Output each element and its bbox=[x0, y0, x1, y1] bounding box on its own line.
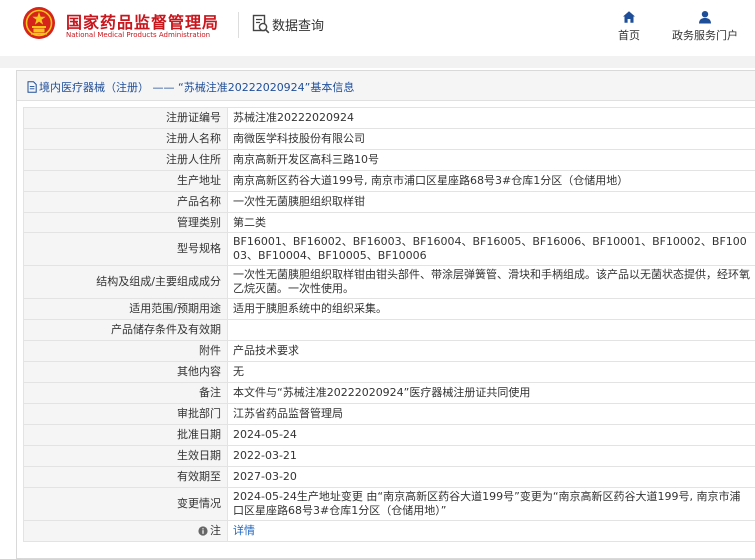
row-label: 注册人住所 bbox=[23, 149, 228, 171]
site-subtitle: National Medical Products Administration bbox=[66, 31, 211, 39]
row-label: 产品储存条件及有效期 bbox=[23, 319, 228, 341]
header-separator bbox=[0, 56, 755, 68]
row-label: 附件 bbox=[23, 340, 228, 362]
row-label: 其他内容 bbox=[23, 361, 228, 383]
row-value: 一次性无菌胰胆组织取样钳由钳头部件、带涂层弹簧管、滑块和手柄组成。该产品以无菌状… bbox=[227, 265, 755, 299]
row-value: 本文件与“苏械注准20222020924”医疗器械注册证共同使用 bbox=[227, 382, 755, 404]
row-label: 结构及组成/主要组成成分 bbox=[23, 265, 228, 299]
row-label: 生产地址 bbox=[23, 170, 228, 192]
breadcrumb-subject: “苏械注准20222020924”基本信息 bbox=[178, 81, 355, 94]
table-row: 生效日期 2022-03-21 bbox=[23, 445, 755, 467]
note-value-cell: 详情 bbox=[227, 520, 755, 542]
breadcrumb-category: 境内医疗器械（注册） bbox=[39, 81, 149, 94]
table-row: 附件 产品技术要求 bbox=[23, 340, 755, 362]
breadcrumb: 境内医疗器械（注册） —— “苏械注准20222020924”基本信息 bbox=[17, 71, 755, 101]
table-row: 注 详情 bbox=[23, 520, 755, 542]
user-icon bbox=[699, 11, 711, 24]
nav-service-portal-label: 政务服务门户 bbox=[672, 29, 738, 42]
row-label: 批准日期 bbox=[23, 424, 228, 446]
row-value: 南京高新区药谷大道199号, 南京市浦口区星座路68号3#仓库1分区（仓储用地） bbox=[227, 170, 755, 192]
row-label: 备注 bbox=[23, 382, 228, 404]
row-label: 管理类别 bbox=[23, 212, 228, 233]
table-row: 产品名称 一次性无菌胰胆组织取样钳 bbox=[23, 191, 755, 213]
row-value: BF16001、BF16002、BF16003、BF16004、BF16005、… bbox=[227, 232, 755, 266]
row-value: 产品技术要求 bbox=[227, 340, 755, 362]
table-row: 管理类别 第二类 bbox=[23, 212, 755, 233]
row-label: 注册证编号 bbox=[23, 107, 228, 129]
table-row: 备注 本文件与“苏械注准20222020924”医疗器械注册证共同使用 bbox=[23, 382, 755, 404]
table-row: 注册人名称 南微医学科技股份有限公司 bbox=[23, 128, 755, 150]
home-icon bbox=[623, 11, 635, 23]
row-value: 2027-03-20 bbox=[227, 466, 755, 488]
row-label: 注册人名称 bbox=[23, 128, 228, 150]
table-row: 产品储存条件及有效期 bbox=[23, 319, 755, 341]
row-value: 适用于胰胆系统中的组织采集。 bbox=[227, 298, 755, 320]
row-label: 有效期至 bbox=[23, 466, 228, 488]
note-label-cell: 注 bbox=[23, 520, 228, 542]
registration-info-table: 注册证编号 苏械注准20222020924 注册人名称 南微医学科技股份有限公司 注… bbox=[23, 107, 755, 542]
nav-home-label: 首页 bbox=[618, 29, 640, 42]
table-row: 其他内容无 bbox=[23, 361, 755, 383]
table-row: 结构及组成/主要组成成分 一次性无菌胰胆组织取样钳由钳头部件、带涂层弹簧管、滑块和… bbox=[23, 265, 755, 299]
breadcrumb-separator: —— bbox=[152, 81, 175, 94]
document-icon bbox=[27, 81, 37, 93]
table-row: 批准日期 2024-05-24 bbox=[23, 424, 755, 446]
table-row: 生产地址 南京高新区药谷大道199号, 南京市浦口区星座路68号3#仓库1分区（仓… bbox=[23, 170, 755, 192]
row-value: 南微医学科技股份有限公司 bbox=[227, 128, 755, 150]
data-query-title: 数据查询 bbox=[272, 19, 325, 34]
row-value: 苏械注准20222020924 bbox=[227, 107, 755, 129]
nav-home-link[interactable]: 首页 bbox=[612, 10, 646, 43]
row-value: 第二类 bbox=[227, 212, 755, 233]
table-row: 型号规格 BF16001、BF16002、BF16003、BF16004、BF16… bbox=[23, 232, 755, 266]
row-label: 适用范围/预期用途 bbox=[23, 298, 228, 320]
row-label: 审批部门 bbox=[23, 403, 228, 425]
document-search-icon bbox=[252, 14, 270, 34]
table-row: 注册证编号 苏械注准20222020924 bbox=[23, 107, 755, 129]
nav-service-portal-link[interactable]: 政务服务门户 bbox=[663, 10, 747, 43]
row-value: 南京高新开发区高科三路10号 bbox=[227, 149, 755, 171]
detail-panel: 境内医疗器械（注册） —— “苏械注准20222020924”基本信息 注册证编… bbox=[16, 70, 755, 559]
national-emblem-icon bbox=[23, 7, 55, 39]
table-row: 注册人住所 南京高新开发区高科三路10号 bbox=[23, 149, 755, 171]
info-icon bbox=[198, 526, 208, 536]
site-title: 国家药品监督管理局 bbox=[66, 13, 220, 32]
table-row: 变更情况 2024-05-24生产地址变更 由“南京高新区药谷大道199号”变更为… bbox=[23, 487, 755, 521]
row-label: 产品名称 bbox=[23, 191, 228, 213]
table-row: 适用范围/预期用途 适用于胰胆系统中的组织采集。 bbox=[23, 298, 755, 320]
site-header: 国家药品监督管理局 National Medical Products Admi… bbox=[0, 0, 755, 56]
note-label: 注 bbox=[210, 524, 221, 537]
row-value: 2022-03-21 bbox=[227, 445, 755, 467]
row-label: 型号规格 bbox=[23, 232, 228, 266]
row-value: 一次性无菌胰胆组织取样钳 bbox=[227, 191, 755, 213]
row-value: 2024-05-24 bbox=[227, 424, 755, 446]
row-value: 2024-05-24生产地址变更 由“南京高新区药谷大道199号”变更为“南京高… bbox=[227, 487, 755, 521]
details-link[interactable]: 详情 bbox=[233, 524, 255, 537]
header-divider bbox=[238, 12, 239, 38]
row-value: 江苏省药品监督管理局 bbox=[227, 403, 755, 425]
table-row: 审批部门 江苏省药品监督管理局 bbox=[23, 403, 755, 425]
row-label: 生效日期 bbox=[23, 445, 228, 467]
row-value bbox=[227, 319, 755, 341]
row-label: 变更情况 bbox=[23, 487, 228, 521]
row-value: 无 bbox=[227, 361, 755, 383]
table-row: 有效期至 2027-03-20 bbox=[23, 466, 755, 488]
